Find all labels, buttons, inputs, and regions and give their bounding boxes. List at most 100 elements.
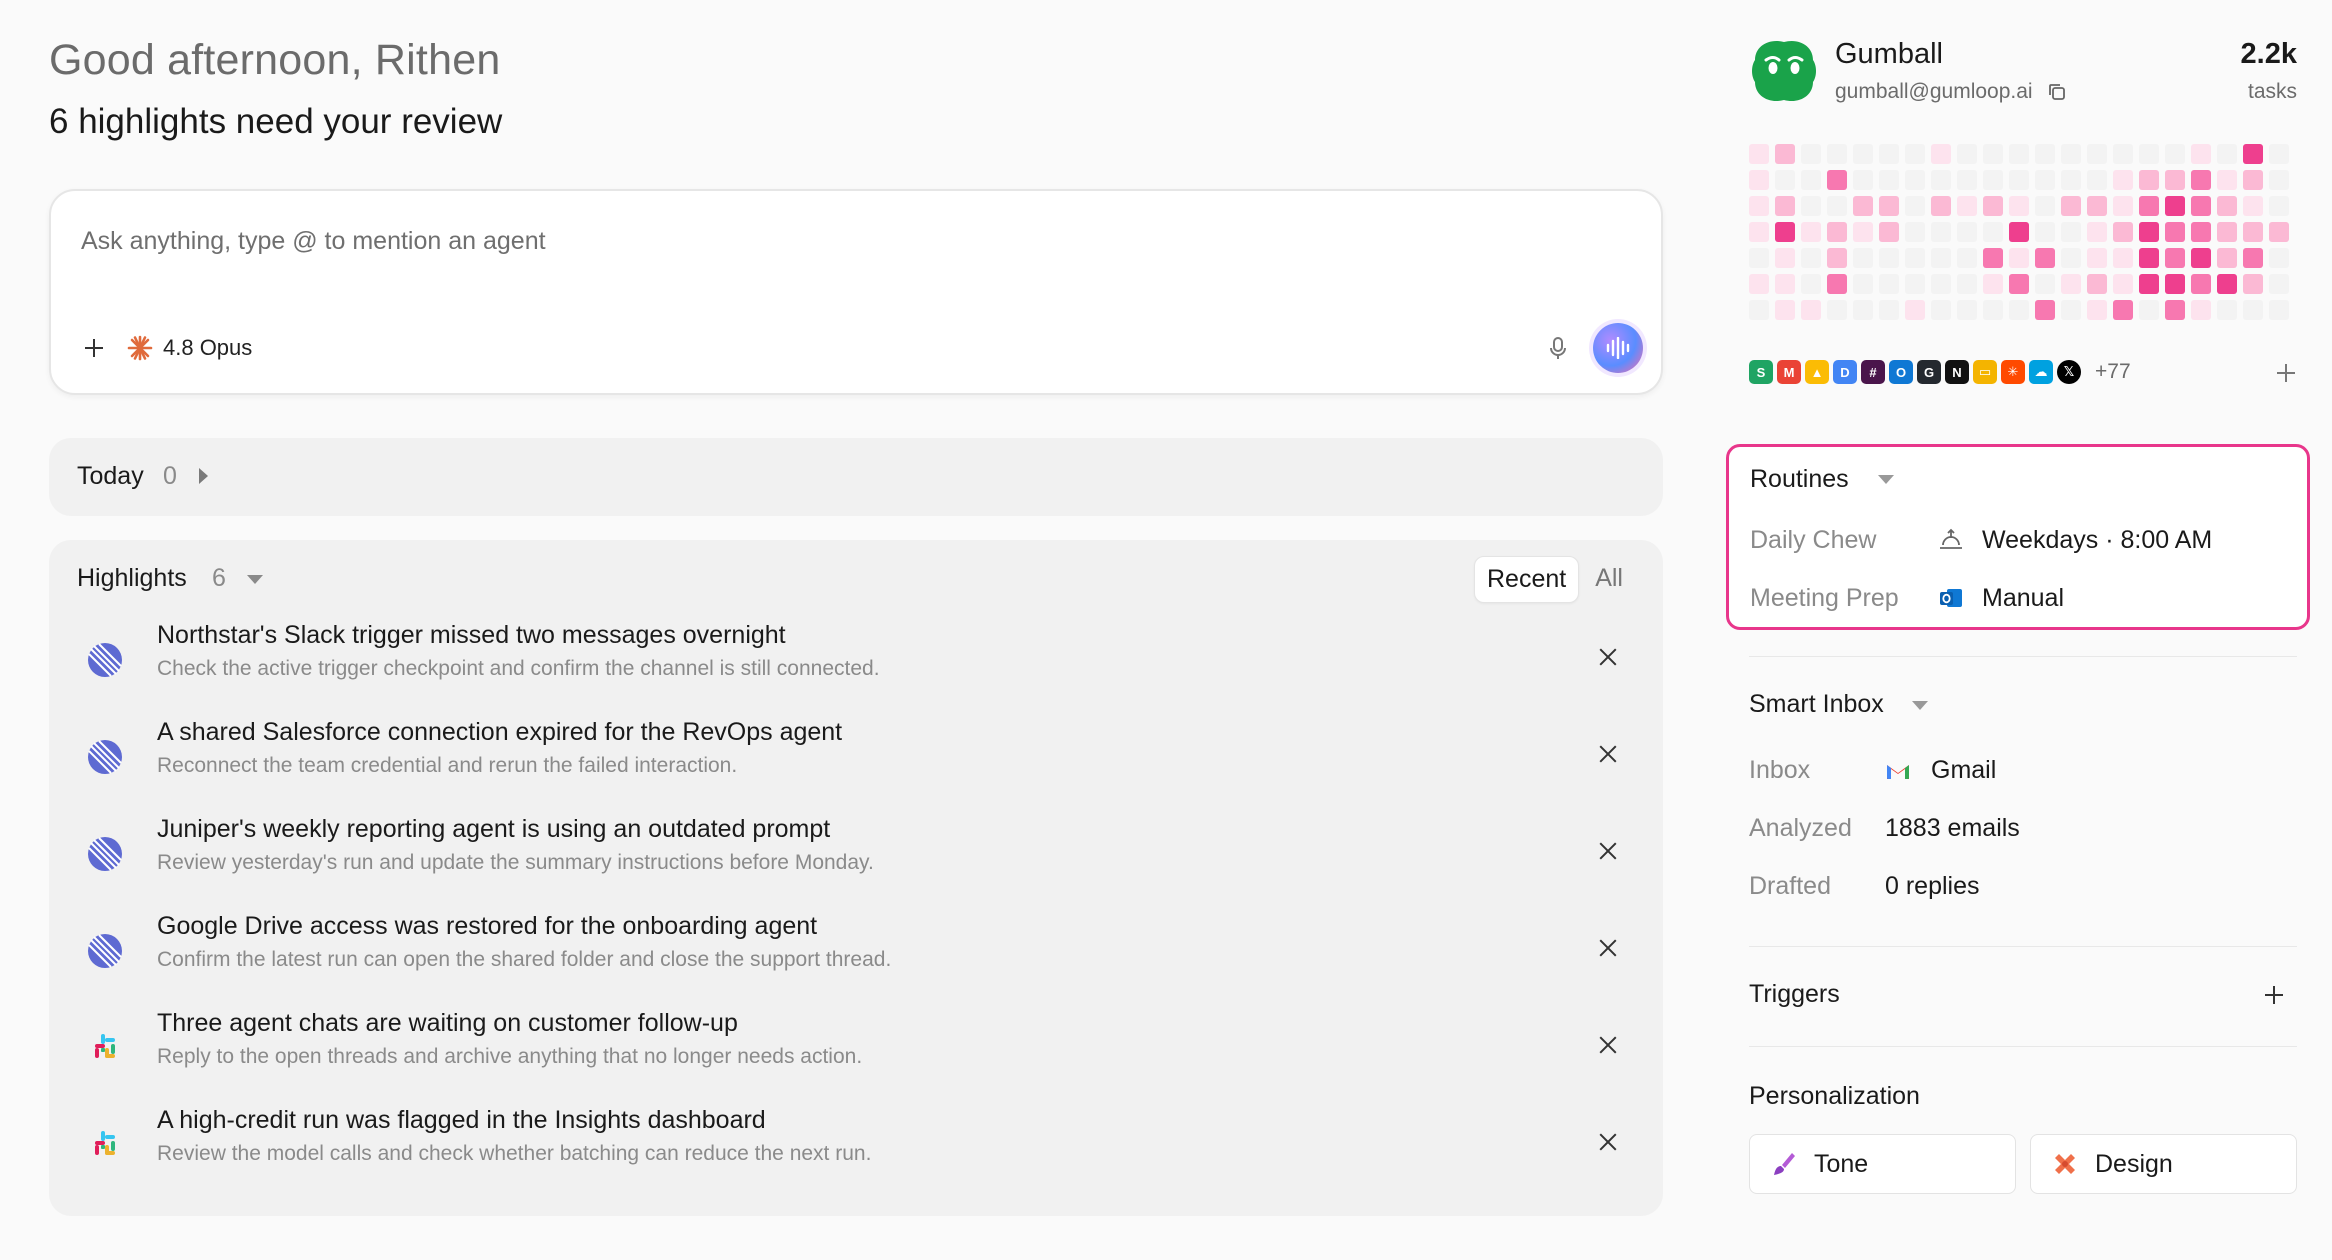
gmail-icon: M [1777,360,1801,384]
close-icon[interactable] [1597,1034,1619,1056]
close-icon[interactable] [1597,840,1619,862]
heatmap-cell [1957,144,1977,164]
waveform-icon [1606,337,1630,359]
heatmap-cell [1749,274,1769,294]
heatmap-cell [2061,274,2081,294]
routine-meeting-prep[interactable]: Meeting Prep Manual [1750,583,2064,613]
heatmap-cell [2035,300,2055,320]
highlight-row[interactable]: A shared Salesforce connection expired f… [49,717,1663,814]
highlights-count: 6 [212,564,226,592]
highlight-title: Northstar's Slack trigger missed two mes… [157,621,786,649]
drafted-label: Drafted [1749,872,1831,900]
heatmap-cell [2035,196,2055,216]
highlight-row[interactable]: Northstar's Slack trigger missed two mes… [49,620,1663,717]
add-attachment-button[interactable] [79,333,109,363]
heatmap-cell [1905,196,1925,216]
design-icon [2055,1154,2075,1174]
heatmap-cell [1983,196,2003,216]
heatmap-cell [2269,170,2289,190]
heatmap-cell [2009,144,2029,164]
heatmap-cell [1905,300,1925,320]
heatmap-cell [1905,248,1925,268]
design-button[interactable]: Design [2030,1134,2297,1194]
highlight-row[interactable]: Google Drive access was restored for the… [49,911,1663,1008]
heatmap-cell [1983,170,2003,190]
notion-icon: N [1945,360,1969,384]
highlight-text: A high-credit run was flagged in the Ins… [157,1105,871,1167]
heatmap-cell [1853,274,1873,294]
highlight-row[interactable]: A high-credit run was flagged in the Ins… [49,1105,1663,1202]
close-icon[interactable] [1597,1131,1619,1153]
composer-input[interactable]: Ask anything, type @ to mention an agent [81,227,546,256]
close-icon[interactable] [1597,743,1619,765]
heatmap-cell [2191,144,2211,164]
highlight-text: Google Drive access was restored for the… [157,911,891,973]
today-label: Today [77,462,144,490]
heatmap-cell [2191,170,2211,190]
heatmap-cell [1931,144,1951,164]
add-integration-button[interactable] [2275,362,2297,384]
microphone-icon[interactable] [1543,333,1573,363]
google-slides-icon: ▭ [1973,360,1997,384]
today-section[interactable]: Today 0 [49,438,1663,516]
chevron-down-icon[interactable] [1912,701,1928,710]
heatmap-cell [1957,170,1977,190]
highlight-title: A shared Salesforce connection expired f… [157,718,843,746]
voice-mode-button[interactable] [1593,323,1643,373]
heatmap-cell [2061,170,2081,190]
analyzed-label: Analyzed [1749,814,1852,842]
routine-daily-chew[interactable]: Daily Chew Weekdays · 8:00 AM [1750,525,2212,555]
heatmap-cell [1905,144,1925,164]
highlight-row[interactable]: Juniper's weekly reporting agent is usin… [49,814,1663,911]
close-icon[interactable] [1597,646,1619,668]
highlight-description: Confirm the latest run can open the shar… [157,948,892,971]
heatmap-cell [1775,144,1795,164]
copy-icon[interactable] [2047,82,2067,102]
heatmap-cell [2165,248,2185,268]
model-selector[interactable]: 4.8 Opus [127,331,252,365]
heatmap-cell [2217,248,2237,268]
tab-all[interactable]: All [1583,556,1635,603]
highlights-list: Northstar's Slack trigger missed two mes… [49,620,1663,1202]
heatmap-cell [1957,222,1977,242]
heatmap-cell [1879,248,1899,268]
more-integrations-count[interactable]: +77 [2095,360,2131,384]
agent-email: gumball@gumloop.ai [1835,80,2033,103]
heatmap-cell [1749,196,1769,216]
heatmap-cell [1827,300,1847,320]
tab-recent[interactable]: Recent [1473,556,1580,603]
heatmap-cell [1827,248,1847,268]
heatmap-cell [1749,222,1769,242]
heatmap-cell [1827,222,1847,242]
integrations-row: S M ▲ D # O G N ▭ ✳ ☁ 𝕏 +77 [1749,360,2131,384]
chat-composer[interactable]: Ask anything, type @ to mention an agent… [49,189,1663,395]
heatmap-cell [1775,170,1795,190]
outlook-icon: O [1889,360,1913,384]
heatmap-cell [1879,274,1899,294]
chevron-right-icon[interactable] [199,468,208,484]
chevron-down-icon[interactable] [247,575,263,584]
tone-button[interactable]: Tone [1749,1134,2016,1194]
heatmap-cell [1879,300,1899,320]
heatmap-cell [2243,222,2263,242]
close-icon[interactable] [1597,937,1619,959]
drafted-value: 0 replies [1885,872,1980,900]
heatmap-cell [2009,196,2029,216]
heatmap-cell [2165,196,2185,216]
add-trigger-button[interactable] [2263,984,2285,1006]
heatmap-cell [1931,222,1951,242]
heatmap-cell [2113,300,2133,320]
heatmap-cell [2269,222,2289,242]
chevron-down-icon[interactable] [1878,475,1894,484]
heatmap-cell [2217,144,2237,164]
heatmap-cell [1853,222,1873,242]
heatmap-cell [2139,196,2159,216]
brush-icon [1774,1153,1795,1175]
heatmap-cell [1905,274,1925,294]
heatmap-cell [1749,248,1769,268]
heatmap-cell [1931,248,1951,268]
heatmap-cell [2243,274,2263,294]
heatmap-cell [2087,222,2107,242]
heatmap-cell [2165,144,2185,164]
highlight-row[interactable]: Three agent chats are waiting on custome… [49,1008,1663,1105]
